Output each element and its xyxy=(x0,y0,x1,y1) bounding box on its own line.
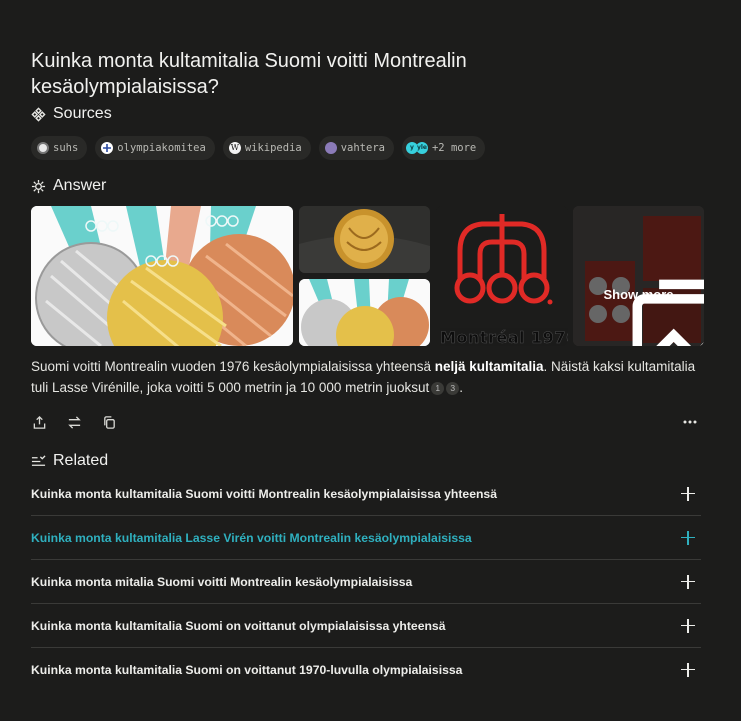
rewrite-icon xyxy=(67,415,81,429)
more-sources-button[interactable]: y yle +2 more xyxy=(401,136,486,160)
source-chip-label: wikipedia xyxy=(244,142,302,154)
related-item-highlighted[interactable]: Kuinka monta kultamitalia Lasse Virén vo… xyxy=(31,516,701,560)
sources-list: suhs olympiakomitea W wikipedia vahtera … xyxy=(31,136,486,160)
more-sources-label: +2 more xyxy=(431,142,477,154)
related-item[interactable]: Kuinka monta mitalia Suomi voitti Montre… xyxy=(31,560,701,604)
answer-text-bold: neljä kultamitalia xyxy=(434,359,544,374)
medals-small-image[interactable] xyxy=(299,279,430,346)
related-item-label: Kuinka monta kultamitalia Suomi voitti M… xyxy=(31,486,497,501)
wikipedia-favicon-icon: W xyxy=(228,142,241,154)
related-heading-label: Related xyxy=(53,452,109,469)
plus-icon xyxy=(680,574,696,590)
answer-heading-label: Answer xyxy=(53,177,107,194)
source-chip-vahtera[interactable]: vahtera xyxy=(318,136,394,160)
more-options-button[interactable] xyxy=(682,414,698,430)
share-button[interactable] xyxy=(31,414,47,430)
related-item-label: Kuinka monta kultamitalia Lasse Virén vo… xyxy=(31,530,472,545)
related-item[interactable]: Kuinka monta kultamitalia Suomi on voitt… xyxy=(31,604,701,648)
related-item-label: Kuinka monta kultamitalia Suomi on voitt… xyxy=(31,618,446,633)
citation-3[interactable]: 3 xyxy=(446,382,460,395)
answer-page: Kuinka monta kultamitalia Suomi voitti M… xyxy=(0,0,741,721)
gold-medal-image[interactable] xyxy=(299,206,430,273)
montreal-logo-text: Montréal 1976 xyxy=(440,328,568,346)
olympiakomitea-favicon-icon xyxy=(101,142,114,154)
plus-icon xyxy=(680,486,696,502)
sources-heading-label: Sources xyxy=(53,105,112,122)
related-item[interactable]: Kuinka monta kultamitalia Suomi on voitt… xyxy=(31,648,701,691)
sources-icon xyxy=(31,106,46,122)
plus-icon xyxy=(680,662,696,678)
answer-text: Suomi voitti Montrealin vuoden 1976 kesä… xyxy=(31,356,701,398)
answer-icon xyxy=(31,179,46,193)
source-chip-suhs[interactable]: suhs xyxy=(31,136,88,160)
source-chip-label: olympiakomitea xyxy=(117,142,206,154)
answer-actions xyxy=(31,414,117,430)
question-title: Kuinka monta kultamitalia Suomi voitti M… xyxy=(31,50,467,99)
montreal-1976-logo-image[interactable]: Montréal 1976 xyxy=(436,206,568,346)
copy-icon xyxy=(103,415,115,429)
related-item-label: Kuinka monta mitalia Suomi voitti Montre… xyxy=(31,574,413,589)
more-sources-icons: y yle xyxy=(405,142,428,154)
copy-button[interactable] xyxy=(101,414,117,430)
source-chip-label: suhs xyxy=(53,142,79,154)
show-more-images-button[interactable]: Show more xyxy=(573,206,704,346)
vahtera-favicon-icon xyxy=(324,142,337,154)
sources-heading: Sources xyxy=(31,105,112,123)
ellipsis-icon xyxy=(683,420,697,424)
related-item[interactable]: Kuinka monta kultamitalia Suomi voitti M… xyxy=(31,472,701,516)
gallery-icon xyxy=(632,279,704,346)
share-icon xyxy=(33,415,45,429)
answer-text-end: . xyxy=(459,380,463,395)
plus-icon xyxy=(680,530,696,546)
source-chip-olympiakomitea[interactable]: olympiakomitea xyxy=(95,136,215,160)
source-chip-label: vahtera xyxy=(340,142,385,154)
suhs-favicon-icon xyxy=(37,142,49,154)
olympic-medals-trio-image[interactable] xyxy=(31,206,293,346)
citation-1[interactable]: 1 xyxy=(431,382,445,395)
related-item-label: Kuinka monta kultamitalia Suomi on voitt… xyxy=(31,662,463,677)
answer-heading: Answer xyxy=(31,177,106,195)
related-heading: Related xyxy=(31,452,108,470)
show-more-label: Show more xyxy=(603,287,674,302)
plus-icon xyxy=(680,618,696,634)
source-chip-wikipedia[interactable]: W wikipedia xyxy=(222,136,311,160)
answer-images: Montréal 1976 Show more xyxy=(31,206,704,346)
yle-favicon-icon: yle xyxy=(415,142,428,154)
answer-text-part1: Suomi voitti Montrealin vuoden 1976 kesä… xyxy=(31,359,435,374)
rewrite-button[interactable] xyxy=(66,414,82,430)
related-icon xyxy=(31,454,46,466)
related-list: Kuinka monta kultamitalia Suomi voitti M… xyxy=(31,472,701,691)
